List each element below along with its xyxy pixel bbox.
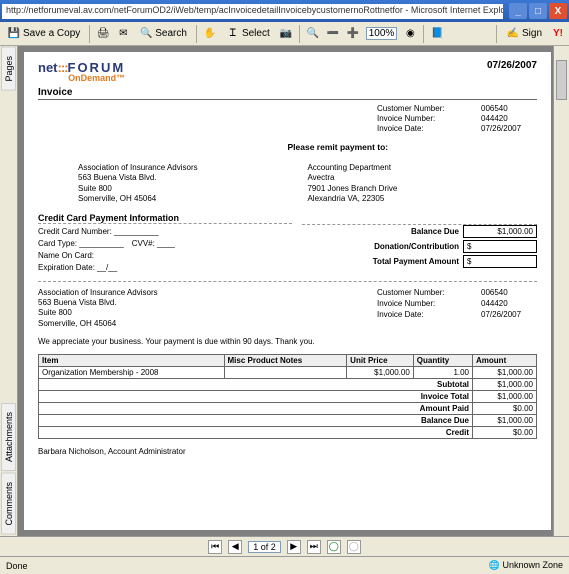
status-bar: Done 🌐 Unknown Zone xyxy=(0,556,569,574)
fit-icon[interactable]: ◉ xyxy=(403,27,417,41)
back-button[interactable]: ◯ xyxy=(327,540,341,554)
cust-num: 006540 xyxy=(481,104,537,113)
select-button[interactable]: Ꮖ Select xyxy=(223,26,273,42)
invoice-page: net:::FORUM OnDemand™ 07/26/2007 Invoice… xyxy=(24,52,551,530)
donation-label: Donation/Contribution xyxy=(374,242,459,251)
table-row: Organization Membership - 2008$1,000.001… xyxy=(39,367,537,379)
zoomadd-icon[interactable]: ➕ xyxy=(346,27,360,41)
search-button[interactable]: 🔍 Search xyxy=(136,26,190,42)
zoomin-icon[interactable]: 🔍 xyxy=(306,27,320,41)
page-navbar: ⏮ ◀ 1 of 2 ▶ ⏭ ◯ ◯ xyxy=(0,536,569,556)
total-row: Amount Paid$0.00 xyxy=(39,403,537,415)
cc-exp: Expiration Date: __/__ xyxy=(38,263,117,272)
cc-title: Credit Card Payment Information xyxy=(38,213,292,224)
copy-cust-num: 006540 xyxy=(481,288,537,298)
globe-icon: 🌐 xyxy=(489,560,500,570)
col-header: Misc Product Notes xyxy=(224,355,347,367)
save-copy-button[interactable]: 💾 Save a Copy xyxy=(4,26,83,42)
binoculars-icon: 🔍 xyxy=(139,27,153,41)
donation-value: $ xyxy=(463,240,537,253)
page-indicator[interactable]: 1 of 2 xyxy=(248,541,281,553)
zoomout-icon[interactable]: ➖ xyxy=(326,27,340,41)
inv-num: 044420 xyxy=(481,114,537,123)
next-page-button[interactable]: ▶ xyxy=(287,540,301,554)
line-items-table: ItemMisc Product NotesUnit PriceQuantity… xyxy=(38,354,537,439)
vertical-scrollbar[interactable] xyxy=(553,46,569,536)
total-row: Credit$0.00 xyxy=(39,427,537,439)
inv-date: 07/26/2007 xyxy=(481,124,537,133)
invoice-title: Invoice xyxy=(38,87,537,100)
invoice-date-top: 07/26/2007 xyxy=(487,60,537,71)
help-icon[interactable]: 📘 xyxy=(430,27,444,41)
logo: net:::FORUM OnDemand™ xyxy=(38,60,125,83)
copy-address: Association of Insurance Advisors 563 Bu… xyxy=(38,288,158,330)
status-right: 🌐 Unknown Zone xyxy=(489,560,563,571)
close-button[interactable]: X xyxy=(549,3,567,19)
tab-comments[interactable]: Comments xyxy=(1,473,16,535)
sign-icon: ✍ xyxy=(506,27,520,41)
col-header: Quantity xyxy=(413,355,472,367)
bill-to-address: Association of Insurance Advisors 563 Bu… xyxy=(38,163,198,205)
total-row: Balance Due$1,000.00 xyxy=(39,415,537,427)
total-payment-value: $ xyxy=(463,255,537,268)
first-page-button[interactable]: ⏮ xyxy=(208,540,222,554)
total-row: Invoice Total$1,000.00 xyxy=(39,391,537,403)
copy-inv-num: 044420 xyxy=(481,299,537,309)
snapshot-icon[interactable]: 📷 xyxy=(279,27,293,41)
yahoo-icon[interactable]: Y! xyxy=(551,27,565,41)
tab-pages[interactable]: Pages xyxy=(1,47,16,91)
sign-label: Sign xyxy=(522,28,542,39)
address-url: http://netforumeval.av.com/netForumOD2/i… xyxy=(2,4,503,19)
copy-date-label: Invoice Date: xyxy=(377,310,467,320)
col-header: Amount xyxy=(473,355,537,367)
save-icon: 💾 xyxy=(7,27,21,41)
zoom-level[interactable]: 100% xyxy=(366,27,398,40)
tab-attachments[interactable]: Attachments xyxy=(1,403,16,471)
total-payment-label: Total Payment Amount xyxy=(373,257,459,266)
thank-you-text: We appreciate your business. Your paymen… xyxy=(38,337,537,346)
select-label: Select xyxy=(242,28,270,39)
col-header: Unit Price xyxy=(347,355,414,367)
forward-button[interactable]: ◯ xyxy=(347,540,361,554)
print-icon[interactable]: 🖨 xyxy=(96,27,110,41)
remit-address: Accounting Department Avectra 7901 Jones… xyxy=(307,163,537,205)
sign-button[interactable]: ✍ Sign xyxy=(503,26,545,42)
balance-due-label: Balance Due xyxy=(411,227,459,236)
maximize-button[interactable]: □ xyxy=(529,3,547,19)
minimize-button[interactable]: _ xyxy=(509,3,527,19)
copy-inv-date: 07/26/2007 xyxy=(481,310,537,320)
inv-date-label: Invoice Date: xyxy=(377,124,467,133)
col-header: Item xyxy=(39,355,225,367)
search-label: Search xyxy=(155,28,187,39)
cc-cardnum: Credit Card Number: __________ xyxy=(38,227,159,236)
cc-cardtype: Card Type: __________ xyxy=(38,239,124,248)
save-label: Save a Copy xyxy=(23,28,80,39)
last-page-button[interactable]: ⏭ xyxy=(307,540,321,554)
balance-due-value: $1,000.00 xyxy=(463,225,537,238)
total-row: Subtotal$1,000.00 xyxy=(39,379,537,391)
cc-cvv: CVV#: ____ xyxy=(132,239,175,248)
inv-num-label: Invoice Number: xyxy=(377,114,467,123)
pdf-toolbar: 💾 Save a Copy 🖨 ✉ 🔍 Search ✋ Ꮖ Select 📷 … xyxy=(0,22,569,46)
copy-inv-label: Invoice Number: xyxy=(377,299,467,309)
copy-cust-label: Customer Number: xyxy=(377,288,467,298)
cc-nameoncard: Name On Card: xyxy=(38,251,94,260)
mail-icon[interactable]: ✉ xyxy=(116,27,130,41)
cust-num-label: Customer Number: xyxy=(377,104,467,113)
remit-title: Please remit payment to: xyxy=(288,142,538,153)
status-left: Done xyxy=(6,561,28,571)
select-icon: Ꮖ xyxy=(226,27,240,41)
pdf-viewer: Pages Attachments Comments net:::FORUM O… xyxy=(0,46,569,536)
titlebar: http://netforumeval.av.com/netForumOD2/i… xyxy=(0,0,569,22)
hand-icon[interactable]: ✋ xyxy=(203,27,217,41)
prev-page-button[interactable]: ◀ xyxy=(228,540,242,554)
signer: Barbara Nicholson, Account Administrator xyxy=(38,447,537,456)
